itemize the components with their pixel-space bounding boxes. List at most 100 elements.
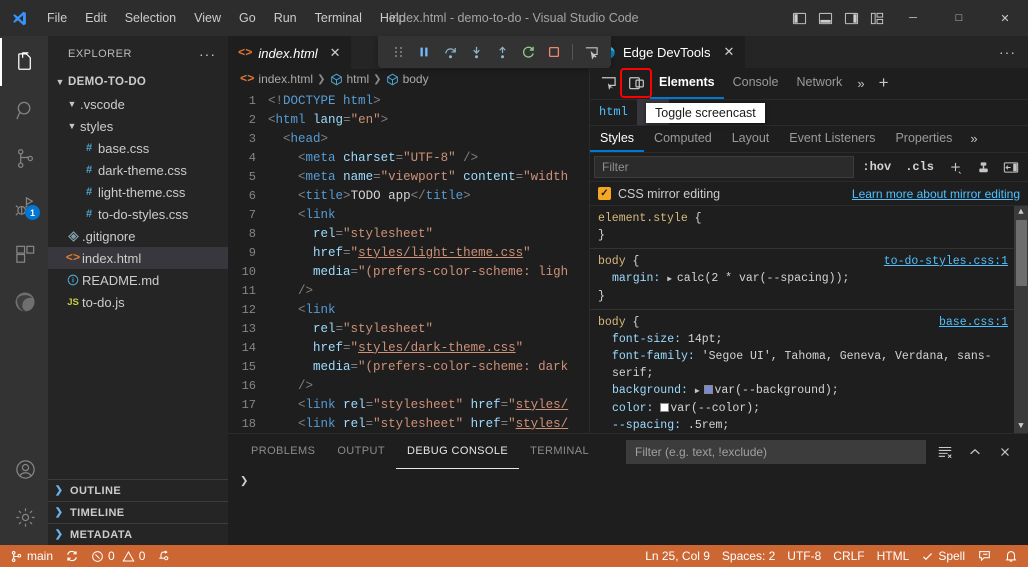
styles-pane[interactable]: element.style {}to-do-styles.css:1body {…	[590, 206, 1028, 433]
status-sync[interactable]	[59, 545, 85, 567]
style-rule-source-link[interactable]: base.css:1	[939, 314, 1008, 331]
sidebar-more-actions-icon[interactable]: ···	[199, 46, 220, 62]
devtools-tab[interactable]: Edge DevTools ✕	[590, 36, 745, 68]
menu-help[interactable]: Help	[371, 8, 415, 28]
customize-layout-icon[interactable]	[864, 0, 890, 36]
screencast-pick-icon[interactable]	[579, 40, 603, 64]
code-line[interactable]: rel="stylesheet"	[268, 320, 589, 339]
pane-outline[interactable]: ❯ OUTLINE	[48, 479, 228, 501]
style-rule-selector[interactable]: element.style {	[598, 210, 1020, 227]
step-over-button[interactable]	[438, 40, 462, 64]
maximize-button[interactable]: □	[936, 0, 982, 36]
status-notifications[interactable]	[998, 545, 1024, 567]
status-spell-checker[interactable]: Spell	[915, 545, 971, 567]
style-declaration[interactable]: margin: ▶ calc(2 * var(--spacing));	[598, 270, 1020, 288]
code-editor[interactable]: 12345678910111213141516171819 <!DOCTYPE …	[228, 90, 589, 433]
pause-button[interactable]	[412, 40, 436, 64]
style-tab-properties[interactable]: Properties	[885, 126, 962, 152]
code-line[interactable]: <link rel="stylesheet" href="styles/	[268, 415, 589, 433]
toggle-screencast-icon[interactable]	[622, 70, 650, 96]
code-line[interactable]: rel="stylesheet"	[268, 225, 589, 244]
code-line[interactable]: <meta name="viewport" content="width	[268, 168, 589, 187]
tree-item-dark-theme-css[interactable]: # dark-theme.css	[48, 159, 228, 181]
tree-item-to-do-styles-css[interactable]: # to-do-styles.css	[48, 203, 228, 225]
menu-view[interactable]: View	[185, 8, 230, 28]
styles-filter-input[interactable]: Filter	[594, 156, 854, 178]
code-line[interactable]: />	[268, 282, 589, 301]
code-line[interactable]: <!DOCTYPE html>	[268, 92, 589, 111]
activity-search[interactable]	[0, 86, 48, 134]
color-swatch[interactable]	[704, 385, 713, 394]
toggle-panel-icon[interactable]	[812, 0, 838, 36]
code-line[interactable]: href="styles/light-theme.css"	[268, 244, 589, 263]
editor-scrollbar[interactable]	[575, 90, 589, 433]
restart-button[interactable]	[516, 40, 540, 64]
style-tab-event-listeners[interactable]: Event Listeners	[779, 126, 885, 152]
code-line[interactable]: />	[268, 377, 589, 396]
activity-edge-devtools[interactable]	[0, 278, 48, 326]
pane-metadata[interactable]: ❯ METADATA	[48, 523, 228, 545]
code-line[interactable]: <link rel="stylesheet" href="styles/	[268, 396, 589, 415]
clear-all-icon[interactable]	[934, 441, 956, 463]
inspect-tool-icon[interactable]	[594, 70, 622, 96]
status-editor-position[interactable]: Ln 25, Col 9	[639, 545, 716, 567]
minimize-button[interactable]: ─	[890, 0, 936, 36]
chevron-up-icon[interactable]	[964, 441, 986, 463]
breadcrumb-item-file[interactable]: <> index.html	[240, 72, 313, 86]
code-line[interactable]: media="(prefers-color-scheme: dark	[268, 358, 589, 377]
style-rule[interactable]: element.style {}	[590, 206, 1028, 249]
dom-crumb-html[interactable]: html	[590, 99, 637, 125]
code-line[interactable]: <meta charset="UTF-8" />	[268, 149, 589, 168]
debug-console-filter-input[interactable]: Filter (e.g. text, !exclude)	[626, 440, 926, 464]
code-line[interactable]: <head>	[268, 130, 589, 149]
toggle-secondary-sidebar-icon[interactable]	[838, 0, 864, 36]
devtools-more-actions-icon[interactable]: ···	[987, 36, 1028, 68]
scroll-up-arrow-icon[interactable]: ▲	[1018, 206, 1023, 220]
status-branch[interactable]: main	[4, 545, 59, 567]
tree-item-vscode[interactable]: ▼ .vscode	[48, 93, 228, 115]
scrollbar-thumb[interactable]	[1016, 220, 1027, 286]
code-line[interactable]: <link	[268, 301, 589, 320]
menu-go[interactable]: Go	[230, 8, 265, 28]
menu-run[interactable]: Run	[265, 8, 306, 28]
status-language-mode[interactable]: HTML	[871, 545, 916, 567]
expand-triangle-icon[interactable]: ▶	[695, 387, 705, 396]
style-declaration[interactable]: color: var(--color);	[598, 400, 1020, 417]
more-tabs-icon[interactable]: »	[851, 76, 870, 91]
pane-timeline[interactable]: ❯ TIMELINE	[48, 501, 228, 523]
editor-tab-index-html[interactable]: <> index.html ✕	[228, 36, 351, 69]
step-out-button[interactable]	[490, 40, 514, 64]
close-icon[interactable]: ✕	[723, 44, 734, 60]
new-style-rule-button[interactable]	[942, 156, 968, 178]
style-tab-computed[interactable]: Computed	[644, 126, 722, 152]
code-line[interactable]: <html lang="en">	[268, 111, 589, 130]
grip-icon[interactable]	[386, 40, 410, 64]
code-line[interactable]: href="styles/dark-theme.css"	[268, 339, 589, 358]
devtools-tab-network[interactable]: Network	[787, 67, 851, 99]
more-style-tabs-icon[interactable]: »	[962, 126, 985, 152]
activity-extensions[interactable]	[0, 230, 48, 278]
activity-accounts[interactable]	[0, 445, 48, 493]
tree-item-base-css[interactable]: # base.css	[48, 137, 228, 159]
tree-item-readme-md[interactable]: README.md	[48, 269, 228, 291]
panel-tab-output[interactable]: OUTPUT	[326, 434, 396, 469]
status-eol[interactable]: CRLF	[827, 545, 870, 567]
code-line[interactable]: <title>TODO app</title>	[268, 187, 589, 206]
style-declaration[interactable]: font-size: 14pt;	[598, 331, 1020, 348]
close-icon[interactable]: ✕	[330, 45, 341, 61]
step-into-button[interactable]	[464, 40, 488, 64]
breadcrumb-item-html[interactable]: html	[330, 72, 370, 86]
code-content[interactable]: <!DOCTYPE html><html lang="en"> <head> <…	[268, 90, 589, 433]
css-mirror-editing-checkbox[interactable]: ✓	[598, 187, 611, 200]
activity-source-control[interactable]	[0, 134, 48, 182]
expand-triangle-icon[interactable]: ▶	[667, 275, 677, 284]
panel-tab-debug-console[interactable]: DEBUG CONSOLE	[396, 434, 519, 469]
status-indentation[interactable]: Spaces: 2	[716, 545, 781, 567]
devtools-tab-console[interactable]: Console	[724, 67, 788, 99]
debug-console-output[interactable]: ❯	[228, 469, 1028, 545]
tree-item-styles[interactable]: ▼ styles	[48, 115, 228, 137]
status-encoding[interactable]: UTF-8	[781, 545, 827, 567]
activity-explorer[interactable]	[0, 38, 48, 86]
style-declaration[interactable]: background: ▶ var(--background);	[598, 382, 1020, 400]
code-line[interactable]: media="(prefers-color-scheme: ligh	[268, 263, 589, 282]
